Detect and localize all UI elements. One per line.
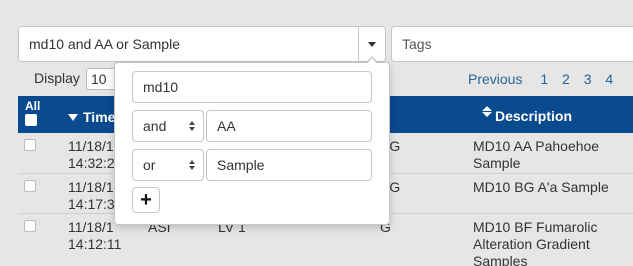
display-label: Display [34, 70, 80, 86]
pagination-page-1[interactable]: 1 [540, 71, 548, 87]
caret-down-icon [368, 41, 376, 47]
row-description: MD10 BG A'a Sample [473, 179, 609, 195]
select-all-checkbox[interactable] [25, 114, 37, 126]
tags-input[interactable]: Tags [391, 26, 633, 62]
row-description: MD10 AA Pahoehoe Sample [473, 138, 600, 171]
pagination-page-2[interactable]: 2 [562, 71, 570, 87]
select-all-label: All [25, 99, 41, 113]
operator-2-value: or [143, 157, 156, 173]
pagination-previous-link[interactable]: Previous [468, 71, 522, 87]
query-operator-1-select[interactable]: and [132, 110, 204, 142]
description-column-header[interactable]: Description [482, 102, 572, 124]
query-term-2-input[interactable]: AA [206, 110, 372, 142]
sort-icon [482, 105, 492, 117]
operator-1-value: and [143, 118, 167, 134]
query-term-3-input[interactable]: Sample [206, 149, 372, 181]
pagination-page-3[interactable]: 3 [584, 71, 592, 87]
time-column-label: Time [83, 109, 116, 125]
time-column-header[interactable]: Time [68, 109, 115, 125]
popup-pointer-inner [367, 58, 377, 64]
search-input[interactable]: md10 and AA or Sample [18, 26, 359, 62]
select-arrows-icon [189, 121, 195, 131]
row-description: MD10 BF Fumarolic Alteration Gradient Sa… [473, 219, 598, 266]
add-term-button[interactable]: + [132, 187, 160, 213]
row-time: 11/18/1 14:17:3 [68, 179, 115, 212]
row-time: 11/18/1 14:12:11 [68, 219, 122, 252]
row-checkbox[interactable] [24, 180, 36, 192]
query-term-1-input[interactable]: md10 [132, 71, 372, 103]
pagination: Previous 1 2 3 4 [468, 71, 623, 87]
row-checkbox[interactable] [24, 220, 36, 232]
query-builder-popup: md10 and AA or Sample + [114, 62, 390, 225]
page: md10 and AA or Sample Tags Display 10 Pr… [0, 0, 633, 266]
row-checkbox[interactable] [24, 139, 36, 151]
row-time: 11/18/1 14:32:2 [68, 138, 115, 171]
description-column-label: Description [495, 108, 573, 124]
sort-desc-icon [68, 113, 78, 121]
query-operator-2-select[interactable]: or [132, 149, 204, 181]
pagination-page-4[interactable]: 4 [605, 71, 613, 87]
select-arrows-icon [189, 160, 195, 170]
